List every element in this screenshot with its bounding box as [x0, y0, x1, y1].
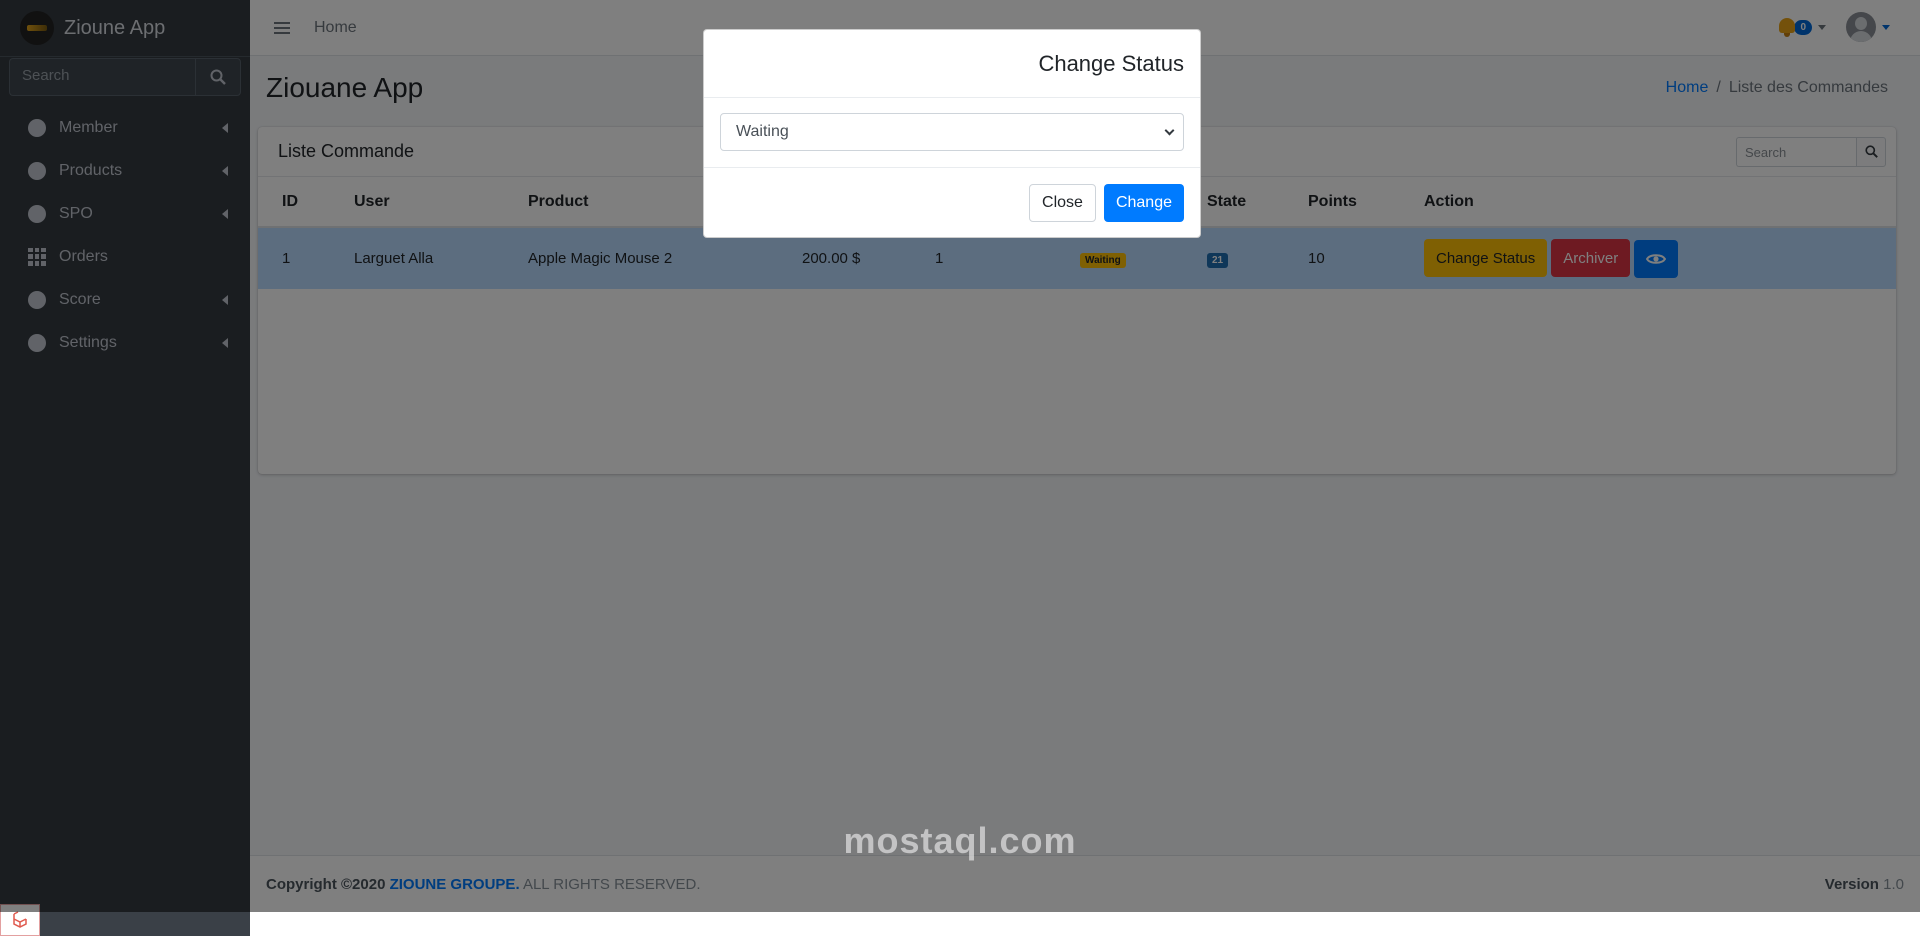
status-select[interactable]: Waiting: [720, 113, 1184, 151]
modal-title: Change Status: [1038, 50, 1184, 76]
chevron-down-icon: [1164, 125, 1175, 135]
modal-footer: Close Change: [704, 168, 1200, 237]
page-bottom-strip: [250, 912, 1920, 936]
status-select-value: Waiting: [736, 123, 789, 140]
watermark: mostaql.com: [843, 820, 1077, 861]
modal-header: Change Status: [704, 30, 1200, 98]
modal-body: Waiting: [704, 98, 1200, 168]
change-status-modal: Change Status Waiting Close Change: [703, 29, 1201, 238]
close-button[interactable]: Close: [1029, 183, 1096, 222]
change-button[interactable]: Change: [1103, 183, 1184, 222]
